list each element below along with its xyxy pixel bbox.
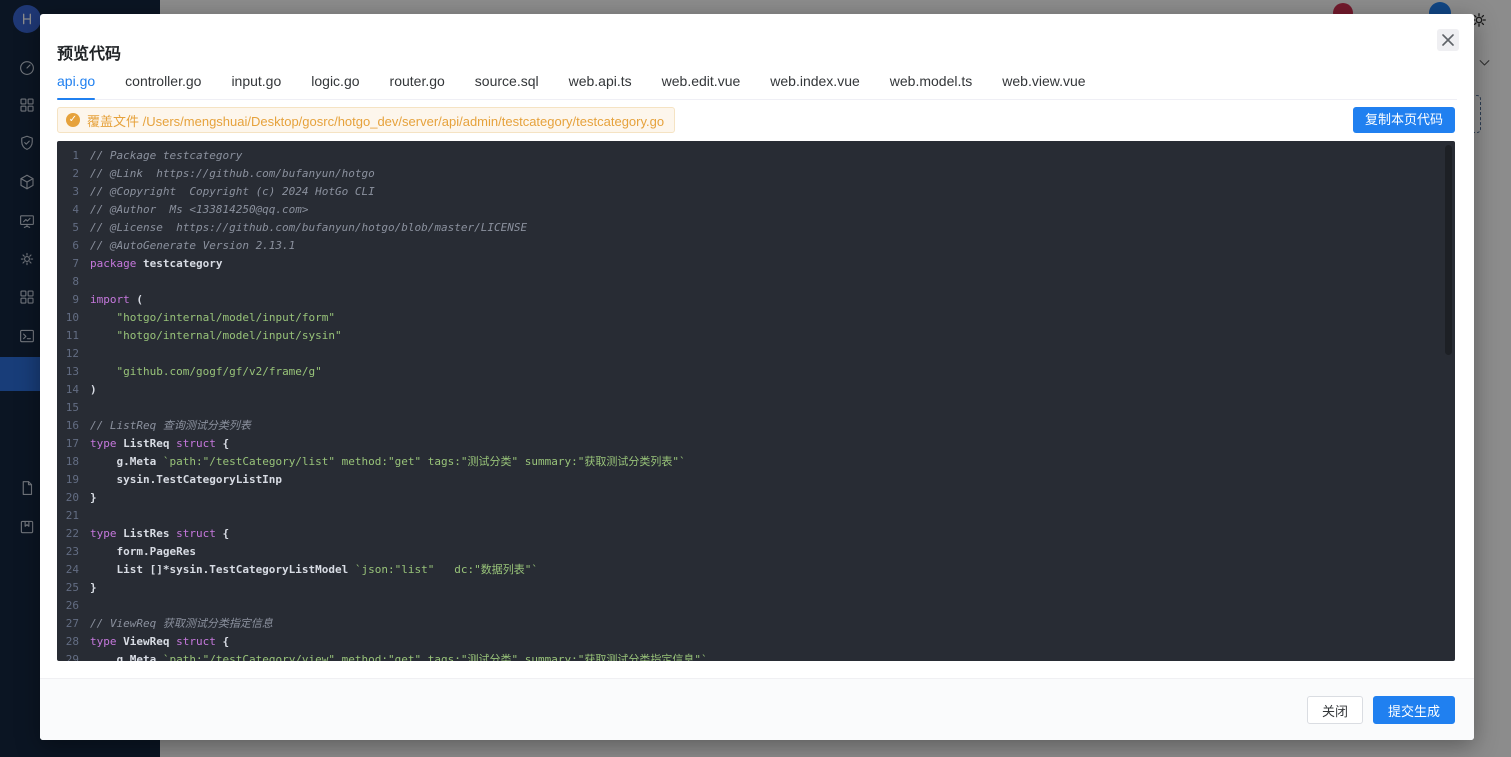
code-line: 10 "hotgo/internal/model/input/form" [57, 309, 1455, 327]
copy-page-code-button[interactable]: 复制本页代码 [1353, 107, 1455, 133]
tab-web.model.ts[interactable]: web.model.ts [890, 70, 972, 100]
code-line: 8 [57, 273, 1455, 291]
code-line: 3// @Copyright Copyright (c) 2024 HotGo … [57, 183, 1455, 201]
screen: 预览代码 api.go controller.go input.go logic.go… [0, 0, 1511, 757]
code-line: 5// @License https://github.com/bufanyun… [57, 219, 1455, 237]
modal-footer: 关闭 提交生成 [40, 678, 1474, 740]
code-line: 26 [57, 597, 1455, 615]
code-line: 4// @Author Ms <133814250@qq.com> [57, 201, 1455, 219]
close-button[interactable]: 关闭 [1307, 696, 1363, 724]
tab-web.edit.vue[interactable]: web.edit.vue [662, 70, 741, 100]
tab-input.go[interactable]: input.go [231, 70, 281, 100]
code-line: 19 sysin.TestCategoryListInp [57, 471, 1455, 489]
code-line: 7package testcategory [57, 255, 1455, 273]
tab-source.sql[interactable]: source.sql [475, 70, 539, 100]
submit-generate-button[interactable]: 提交生成 [1373, 696, 1455, 724]
code-line: 11 "hotgo/internal/model/input/sysin" [57, 327, 1455, 345]
code-line: 6// @AutoGenerate Version 2.13.1 [57, 237, 1455, 255]
code-line: 15 [57, 399, 1455, 417]
code-line: 28type ViewReq struct { [57, 633, 1455, 651]
check-circle-icon: ✓ [66, 113, 80, 127]
toolbar: ✓ 覆盖文件 /Users/mengshuai/Desktop/gosrc/ho… [57, 107, 1455, 133]
tab-web.index.vue[interactable]: web.index.vue [770, 70, 860, 100]
code-line: 24 List []*sysin.TestCategoryListModel `… [57, 561, 1455, 579]
overwrite-file-notice: ✓ 覆盖文件 /Users/mengshuai/Desktop/gosrc/ho… [57, 107, 675, 133]
overwrite-file-path: 覆盖文件 /Users/mengshuai/Desktop/gosrc/hotg… [87, 111, 664, 130]
code-line: 12 [57, 345, 1455, 363]
tab-web.api.ts[interactable]: web.api.ts [569, 70, 632, 100]
modal-header: 预览代码 [40, 14, 1474, 70]
code-line: 9import ( [57, 291, 1455, 309]
tab-web.view.vue[interactable]: web.view.vue [1002, 70, 1085, 100]
file-tabs: api.go controller.go input.go logic.go route… [57, 70, 1457, 100]
code-line: 18 g.Meta `path:"/testCategory/list" met… [57, 453, 1455, 471]
code-line: 1// Package testcategory [57, 147, 1455, 165]
code-line: 16// ListReq 查询测试分类列表 [57, 417, 1455, 435]
code-scrollbar[interactable] [1445, 145, 1452, 355]
code-line: 13 "github.com/gogf/gf/v2/frame/g" [57, 363, 1455, 381]
code-line: 22type ListRes struct { [57, 525, 1455, 543]
code-line: 17type ListReq struct { [57, 435, 1455, 453]
code-line: 20} [57, 489, 1455, 507]
code-line: 14) [57, 381, 1455, 399]
tab-controller.go[interactable]: controller.go [125, 70, 201, 100]
modal-title: 预览代码 [57, 40, 121, 64]
code-line: 23 form.PageRes [57, 543, 1455, 561]
code-line: 25} [57, 579, 1455, 597]
code-line: 2// @Link https://github.com/bufanyun/ho… [57, 165, 1455, 183]
code-line: 29 g.Meta `path:"/testCategory/view" met… [57, 651, 1455, 661]
close-icon[interactable] [1437, 29, 1459, 51]
tab-api.go[interactable]: api.go [57, 70, 95, 100]
code-editor[interactable]: 1// Package testcategory2// @Link https:… [57, 141, 1455, 661]
tab-logic.go[interactable]: logic.go [311, 70, 359, 100]
preview-code-modal: 预览代码 api.go controller.go input.go logic.go… [40, 14, 1474, 740]
tab-router.go[interactable]: router.go [390, 70, 445, 100]
code-line: 21 [57, 507, 1455, 525]
code-line: 27// ViewReq 获取测试分类指定信息 [57, 615, 1455, 633]
